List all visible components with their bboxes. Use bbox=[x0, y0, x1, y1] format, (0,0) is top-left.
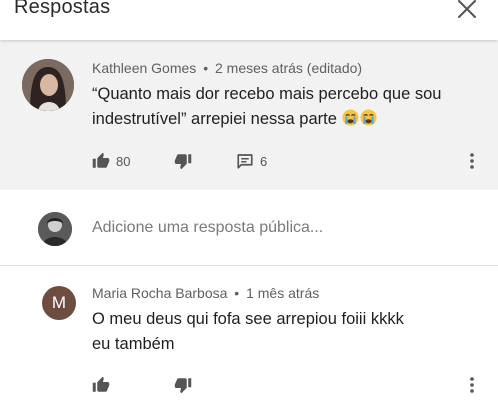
comment-age: 2 meses atrás (editado) bbox=[214, 60, 363, 76]
thumbs-down-icon bbox=[174, 378, 192, 394]
like-count: 80 bbox=[116, 153, 131, 169]
comment-text: O meu deus qui fofa see arrepiou foiii k… bbox=[92, 310, 404, 353]
avatar[interactable]: M bbox=[42, 286, 76, 320]
close-button[interactable] bbox=[454, 0, 480, 22]
meta-separator: • bbox=[234, 285, 240, 301]
thumbs-down-icon bbox=[174, 154, 192, 170]
close-icon bbox=[458, 0, 476, 18]
more-options-button[interactable] bbox=[465, 374, 479, 396]
comment-meta: Kathleen Gomes • 2 meses atrás (editado) bbox=[92, 60, 362, 76]
dislike-button[interactable] bbox=[174, 150, 192, 172]
avatar bbox=[38, 212, 72, 246]
thumbs-up-icon bbox=[92, 376, 110, 392]
meta-separator: • bbox=[203, 60, 209, 76]
comment-text: “Quanto mais dor recebo mais percebo que… bbox=[92, 85, 442, 128]
reply-input[interactable] bbox=[92, 216, 472, 240]
replies-header: Respostas bbox=[0, 0, 498, 40]
more-vert-icon bbox=[470, 377, 474, 393]
comment-author[interactable]: Kathleen Gomes bbox=[92, 60, 196, 76]
reply-comment: M Maria Rocha Barbosa • 1 mês atrás O me… bbox=[0, 266, 498, 413]
more-options-button[interactable] bbox=[465, 150, 479, 172]
comment-body: “Quanto mais dor recebo mais percebo que… bbox=[92, 82, 477, 132]
crying-face-emoji bbox=[360, 109, 377, 126]
reply-input-row bbox=[0, 190, 498, 265]
like-button[interactable]: 80 bbox=[92, 150, 130, 172]
comment-actions: 80 6 bbox=[92, 150, 487, 172]
comment-author[interactable]: Maria Rocha Barbosa bbox=[92, 285, 227, 301]
user-photo-icon bbox=[38, 212, 72, 246]
crying-face-emoji bbox=[342, 109, 359, 126]
avatar[interactable] bbox=[22, 59, 74, 111]
page-title: Respostas bbox=[14, 0, 111, 18]
parent-comment: Kathleen Gomes • 2 meses atrás (editado)… bbox=[0, 40, 498, 190]
reply-count: 6 bbox=[260, 153, 268, 169]
like-button[interactable] bbox=[92, 374, 110, 396]
comment-icon bbox=[237, 154, 253, 169]
comment-age: 1 mês atrás bbox=[246, 285, 320, 301]
reply-count-button[interactable]: 6 bbox=[236, 150, 267, 172]
dislike-button[interactable] bbox=[174, 374, 192, 396]
thumbs-up-icon bbox=[92, 152, 110, 168]
profile-photo-icon bbox=[22, 59, 74, 111]
more-vert-icon bbox=[470, 153, 474, 169]
comment-actions bbox=[92, 374, 487, 396]
comment-meta: Maria Rocha Barbosa • 1 mês atrás bbox=[92, 285, 319, 301]
